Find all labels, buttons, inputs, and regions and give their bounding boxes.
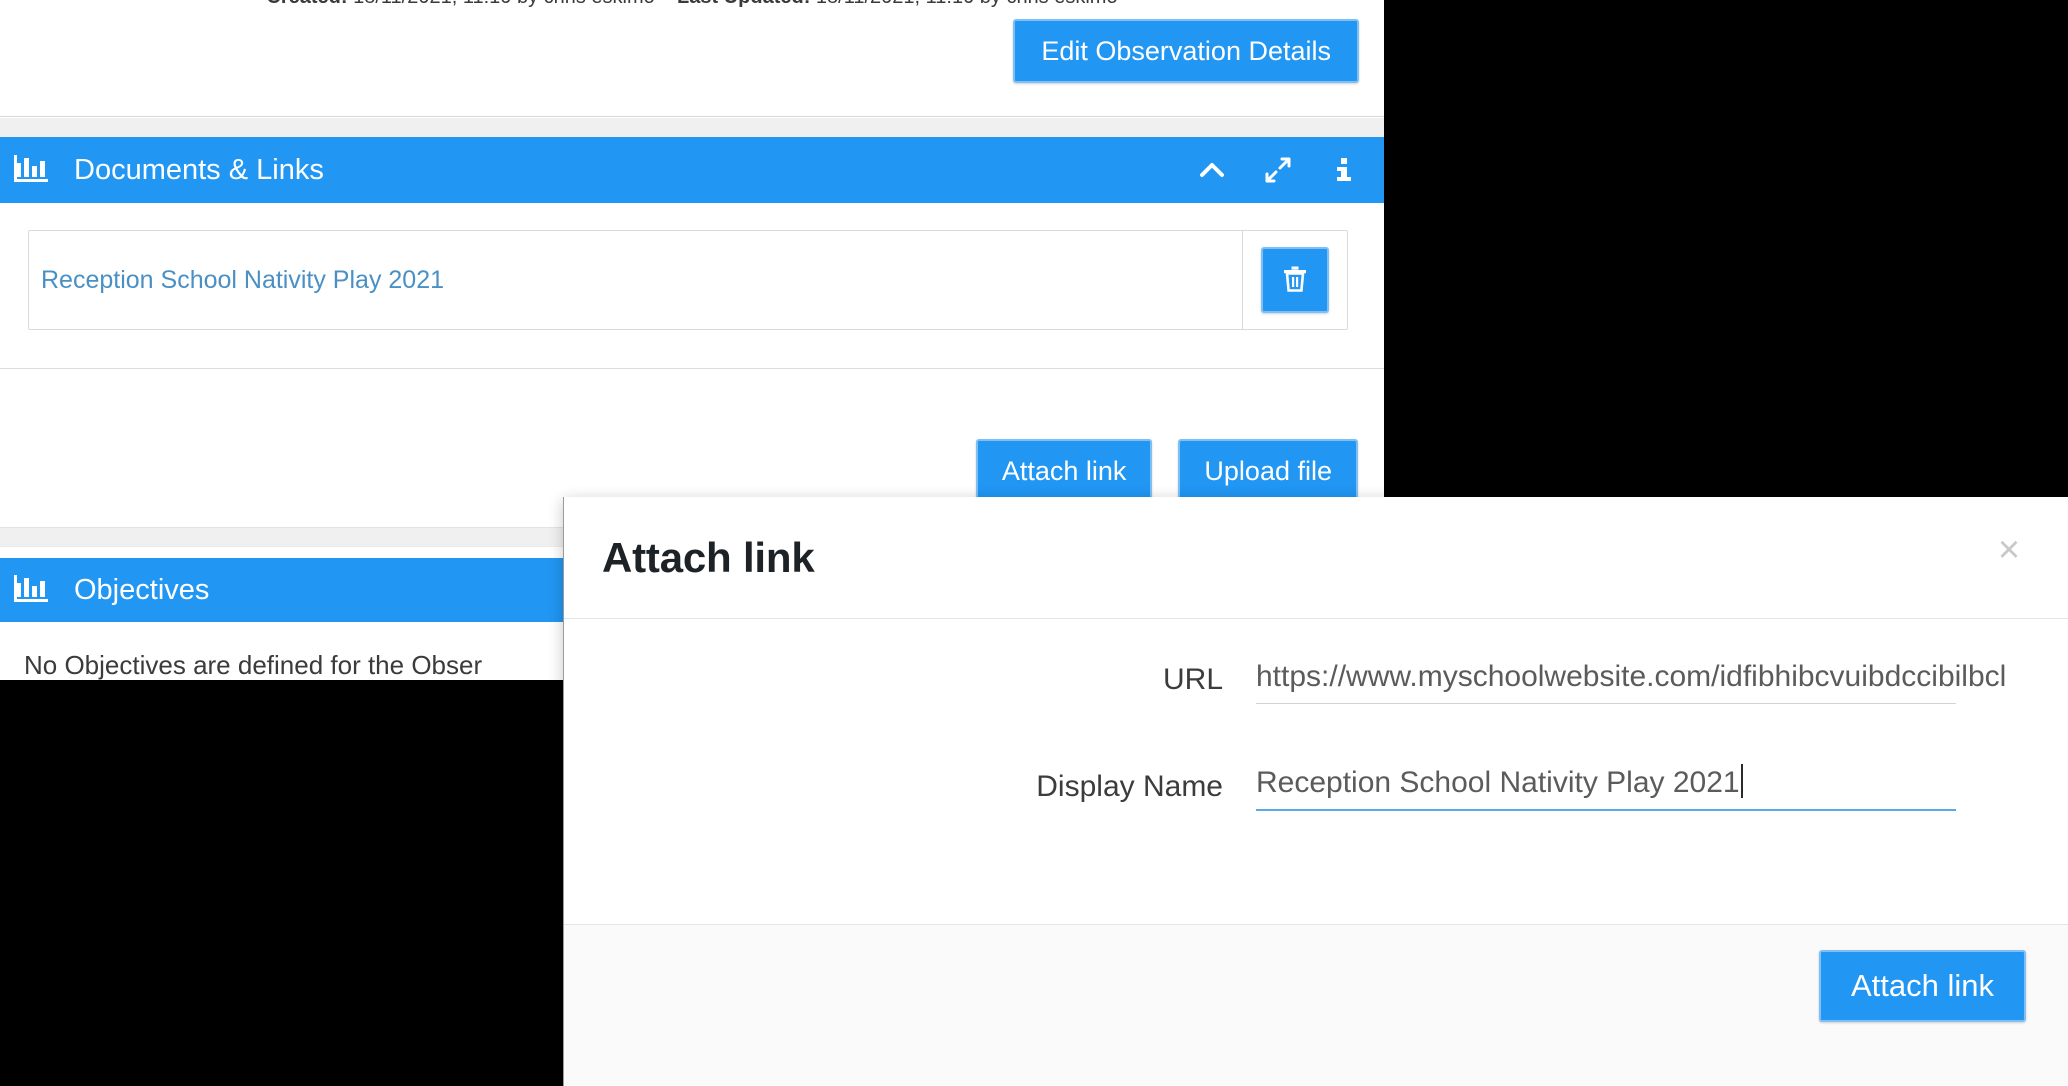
url-field-wrap: https://www.myschoolwebsite.com/idfibhib… (1256, 661, 1956, 704)
attach-link-button[interactable]: Attach link (976, 439, 1153, 503)
bar-chart-icon (14, 575, 48, 605)
attach-link-dialog: Attach link × URL https://www.myschoolwe… (563, 497, 2068, 1086)
document-name-cell: Reception School Nativity Play 2021 (29, 231, 1243, 329)
document-link[interactable]: Reception School Nativity Play 2021 (41, 266, 444, 295)
observation-meta: Created: 18/11/2021, 11:10 by chris eski… (0, 0, 1384, 12)
edit-observation-details-button[interactable]: Edit Observation Details (1013, 19, 1359, 83)
info-icon[interactable] (1330, 156, 1358, 184)
dialog-body: URL https://www.myschoolwebsite.com/idfi… (564, 619, 2068, 925)
display-name-input[interactable]: Reception School Nativity Play 2021 (1256, 764, 1956, 811)
observation-header-card: Created: 18/11/2021, 11:10 by chris eski… (0, 0, 1384, 117)
table-row: Reception School Nativity Play 2021 (28, 230, 1348, 330)
text-cursor (1741, 764, 1743, 798)
bar-chart-icon (14, 155, 48, 185)
updated-label: Last Updated: (677, 0, 810, 8)
documents-and-links-panel: Documents & Links (0, 137, 1384, 369)
display-name-field-wrap: Reception School Nativity Play 2021 (1256, 764, 1956, 811)
created-value: 18/11/2021, 11:10 by chris eskimo (353, 0, 655, 8)
dialog-header: Attach link × (564, 497, 2068, 619)
documents-panel-title: Documents & Links (74, 154, 1198, 187)
chevron-up-icon[interactable] (1198, 156, 1226, 184)
dialog-footer: Attach link (564, 925, 2068, 1085)
display-name-form-row: Display Name Reception School Nativity P… (564, 764, 2068, 811)
url-input[interactable]: https://www.myschoolwebsite.com/idfibhib… (1256, 661, 1956, 704)
created-label: Created: (266, 0, 347, 8)
documents-panel-actions: Attach link Upload file (976, 439, 1358, 503)
display-name-label: Display Name (564, 772, 1256, 811)
screen-occlusion-bottom (0, 680, 564, 1086)
trash-icon (1282, 265, 1308, 296)
expand-icon[interactable] (1264, 156, 1292, 184)
documents-panel-header-actions (1198, 156, 1358, 184)
display-name-value: Reception School Nativity Play 2021 (1256, 766, 1740, 799)
delete-document-button[interactable] (1261, 247, 1329, 313)
document-action-cell (1243, 231, 1347, 329)
documents-list: Reception School Nativity Play 2021 (0, 203, 1384, 330)
upload-file-button[interactable]: Upload file (1178, 439, 1358, 503)
dialog-title: Attach link (602, 534, 815, 582)
dialog-attach-link-button[interactable]: Attach link (1819, 950, 2026, 1022)
close-icon[interactable]: × (1989, 530, 2029, 570)
url-label: URL (564, 665, 1256, 704)
url-form-row: URL https://www.myschoolwebsite.com/idfi… (564, 661, 2068, 704)
documents-panel-header: Documents & Links (0, 137, 1384, 203)
screen-occlusion-right (1384, 0, 2068, 498)
updated-value: 18/11/2021, 11:10 by chris eskimo (816, 0, 1118, 8)
panel-gap (0, 118, 1384, 137)
